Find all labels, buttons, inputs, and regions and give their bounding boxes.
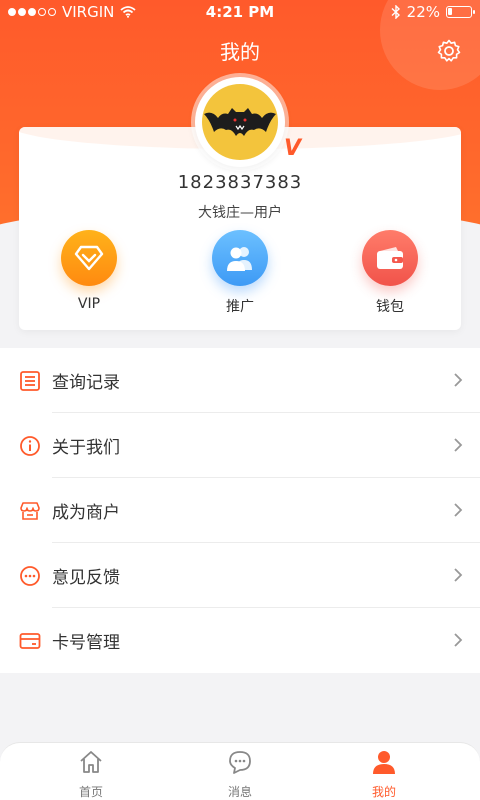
vip-badge: V [284,136,302,161]
promote-label: 推广 [226,299,254,315]
user-phone: 1823837383 [177,172,303,193]
menu-item-label: 查询记录 [52,373,120,393]
home-icon [80,751,102,773]
shop-icon [20,502,40,520]
user-role: 大钱庄—用户 [198,205,282,221]
vip-button[interactable]: VIP [39,230,139,312]
gear-icon[interactable] [436,38,462,64]
menu-item-label: 卡号管理 [52,633,120,653]
status-bar: VIRGIN 4:21 PM 22% [0,0,480,24]
chevron-right-icon [454,503,463,517]
bat-avatar-icon [204,108,276,136]
users-icon [212,230,268,286]
tab-home[interactable]: 首页 [51,749,131,800]
wallet-button[interactable]: 钱包 [340,230,440,316]
vip-label: VIP [77,296,101,312]
promote-button[interactable]: 推广 [190,230,290,316]
card-icon [19,633,41,649]
chevron-right-icon [454,633,463,647]
chevron-right-icon [454,568,463,582]
status-right: 22% [391,3,475,21]
menu-item-about-us[interactable]: 关于我们 [0,413,480,478]
info-icon [20,436,40,456]
chat-dots-icon [20,566,40,586]
battery-icon [446,6,475,18]
menu-item-become-merchant[interactable]: 成为商户 [0,478,480,543]
message-icon [229,751,251,774]
menu-list: 查询记录 关于我们 成为商户 意见反馈 卡号管理 [0,348,480,673]
list-icon [20,371,40,391]
tab-messages[interactable]: 消息 [200,749,280,800]
tab-bar: 首页 消息 我的 [0,742,480,800]
tab-label: 消息 [227,785,252,799]
wallet-label: 钱包 [376,299,404,315]
tab-mine[interactable]: 我的 [344,749,424,800]
page-title: 我的 [220,40,260,64]
menu-item-card-management[interactable]: 卡号管理 [0,608,480,673]
tab-label: 我的 [371,785,396,799]
menu-item-feedback[interactable]: 意见反馈 [0,543,480,608]
menu-item-label: 成为商户 [52,503,120,523]
menu-item-label: 意见反馈 [52,568,120,588]
wallet-icon [362,230,418,286]
menu-item-label: 关于我们 [52,438,120,458]
battery-percent: 22% [406,3,440,21]
person-icon [373,751,395,774]
bluetooth-icon [391,5,400,19]
diamond-icon [61,230,117,286]
avatar[interactable] [202,84,278,160]
chevron-right-icon [454,438,463,452]
menu-item-query-records[interactable]: 查询记录 [0,348,480,413]
tab-label: 首页 [78,785,103,799]
chevron-right-icon [454,373,463,387]
